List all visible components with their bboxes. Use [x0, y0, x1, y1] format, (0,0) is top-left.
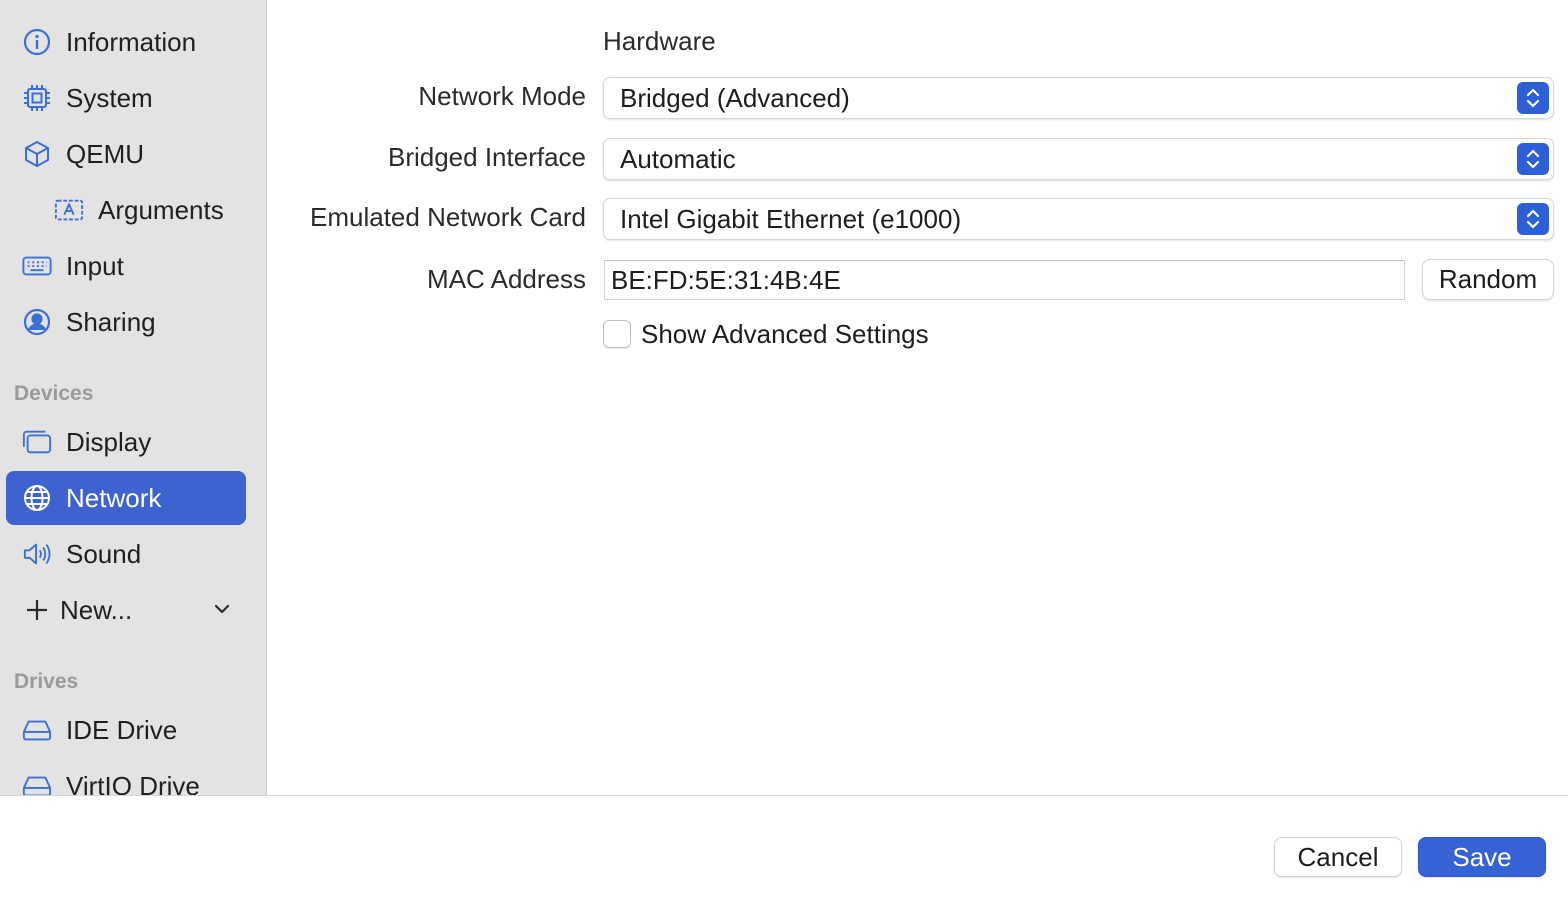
- popup-stepper-icon: [1517, 143, 1549, 175]
- sidebar-item-label: QEMU: [66, 138, 144, 169]
- drive-icon: [22, 772, 52, 795]
- sidebar-item-network[interactable]: Network: [6, 471, 246, 525]
- speaker-icon: [22, 540, 52, 568]
- network-mode-select[interactable]: Bridged (Advanced): [603, 77, 1554, 119]
- sidebar-item-arguments[interactable]: Arguments: [6, 183, 246, 237]
- cube-icon: [22, 140, 52, 168]
- show-advanced-label: Show Advanced Settings: [641, 318, 929, 349]
- cancel-button[interactable]: Cancel: [1274, 837, 1402, 877]
- sidebar-item-information[interactable]: Information: [6, 15, 246, 69]
- network-card-select[interactable]: Intel Gigabit Ethernet (e1000): [603, 198, 1554, 240]
- sidebar-item-label: Network: [66, 482, 162, 513]
- sidebar-item-display[interactable]: Display: [6, 415, 246, 469]
- cpu-icon: [22, 84, 52, 112]
- new-device-label: New...: [60, 594, 133, 625]
- devices-section-header: Devices: [14, 382, 94, 405]
- plus-icon: [22, 596, 52, 624]
- sidebar-item-input[interactable]: Input: [6, 239, 246, 293]
- display-icon: [22, 428, 52, 456]
- text-box-icon: [54, 196, 84, 224]
- save-button[interactable]: Save: [1418, 837, 1546, 877]
- sidebar-item-sharing[interactable]: Sharing: [6, 295, 246, 349]
- mac-address-field[interactable]: [604, 260, 1405, 300]
- sidebar-item-label: Arguments: [98, 194, 224, 225]
- sidebar-item-label: IDE Drive: [66, 714, 178, 745]
- show-advanced-checkbox[interactable]: [603, 320, 631, 348]
- sidebar-item-label: Input: [66, 250, 124, 281]
- info-circle-icon: [22, 28, 52, 56]
- person-circle-icon: [22, 308, 52, 336]
- drive-icon: [22, 716, 52, 744]
- sidebar-item-sound[interactable]: Sound: [6, 527, 246, 581]
- sidebar-item-qemu[interactable]: QEMU: [6, 127, 246, 181]
- drives-section-header: Drives: [14, 670, 79, 693]
- settings-window: Information System QEMU Arguments Input: [0, 0, 1568, 902]
- network-card-label: Emulated Network Card: [310, 202, 586, 232]
- new-device-menu[interactable]: New...: [6, 583, 246, 637]
- chevron-down-icon[interactable]: [212, 599, 232, 624]
- sidebar-item-label: Sound: [66, 538, 142, 569]
- bridged-interface-label: Bridged Interface: [387, 142, 586, 172]
- sidebar-item-ide-drive[interactable]: IDE Drive: [6, 703, 246, 757]
- sidebar: Information System QEMU Arguments Input: [0, 0, 267, 795]
- footer-bar: Cancel Save: [0, 795, 1568, 902]
- popup-stepper-icon: [1517, 203, 1549, 235]
- bridged-interface-value: Automatic: [620, 144, 736, 174]
- mac-address-input[interactable]: [605, 261, 1404, 299]
- popup-stepper-icon: [1517, 82, 1549, 114]
- mac-address-label: MAC Address: [427, 264, 586, 294]
- keyboard-icon: [22, 252, 52, 280]
- network-mode-value: Bridged (Advanced): [620, 83, 850, 113]
- random-mac-button[interactable]: Random: [1422, 259, 1554, 300]
- sidebar-item-label: System: [66, 82, 153, 113]
- globe-icon: [22, 484, 52, 512]
- sidebar-item-label: VirtIO Drive: [66, 770, 200, 796]
- network-mode-label: Network Mode: [418, 81, 586, 111]
- network-card-value: Intel Gigabit Ethernet (e1000): [620, 204, 962, 234]
- show-advanced-settings-row[interactable]: Show Advanced Settings: [603, 318, 929, 350]
- sidebar-item-label: Sharing: [66, 306, 156, 337]
- bridged-interface-select[interactable]: Automatic: [603, 138, 1554, 180]
- section-title: Hardware: [603, 26, 716, 56]
- sidebar-item-label: Information: [66, 26, 197, 57]
- sidebar-item-virtio-drive[interactable]: VirtIO Drive: [6, 759, 246, 795]
- sidebar-item-label: Display: [66, 426, 152, 457]
- sidebar-item-system[interactable]: System: [6, 71, 246, 125]
